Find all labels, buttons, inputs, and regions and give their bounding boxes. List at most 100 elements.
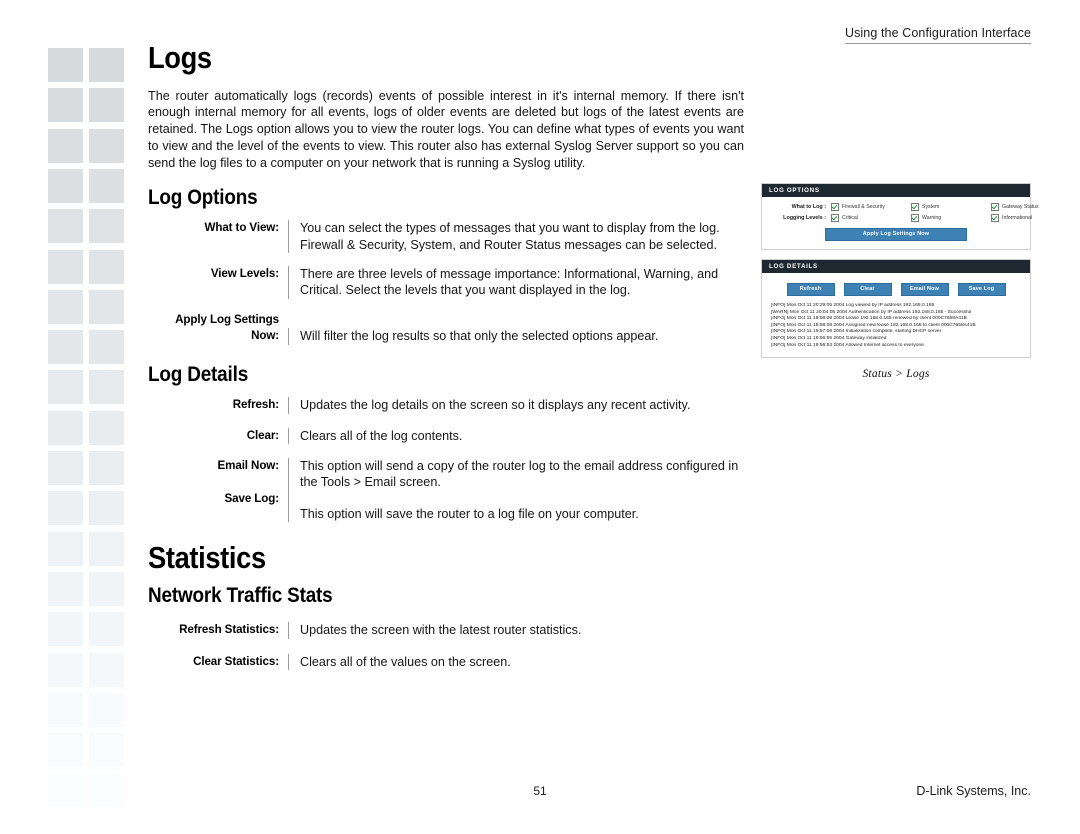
- decorative-square: [48, 289, 83, 324]
- refresh-button[interactable]: Refresh: [786, 283, 835, 296]
- definition-term: Now:: [251, 329, 279, 343]
- checkbox-system[interactable]: System: [911, 203, 991, 211]
- definition-term: Refresh:: [232, 398, 279, 412]
- definition-term: What to View:: [204, 221, 280, 235]
- definition-term: Email Now:: [217, 458, 280, 472]
- definition-term: Save Log:: [224, 491, 279, 505]
- checkbox-checked-icon[interactable]: [911, 203, 919, 211]
- decorative-square: [48, 410, 83, 445]
- decorative-square: [48, 451, 83, 485]
- checkbox-checked-icon[interactable]: [991, 214, 999, 222]
- decorative-square: [89, 531, 124, 566]
- decorative-square: [89, 491, 124, 526]
- checkbox-label: Critical: [842, 214, 858, 221]
- definition-description: There are three levels of message import…: [288, 265, 744, 299]
- checkbox-label: System: [922, 203, 940, 210]
- definition-description: This option will save the router to a lo…: [288, 490, 744, 523]
- checkbox-checked-icon[interactable]: [831, 214, 839, 222]
- log-details-definition-list: Refresh: Updates the log details on the …: [148, 397, 744, 523]
- checkbox-checked-icon[interactable]: [911, 214, 919, 222]
- definition-description: Updates the screen with the latest route…: [288, 622, 744, 639]
- definition-row: What to View: You can select the types o…: [148, 220, 744, 253]
- decorative-square: [89, 330, 124, 365]
- clear-button[interactable]: Clear: [843, 283, 892, 296]
- log-line: [INFO] Mon Oct 11 19:56:53 2004 Allowed …: [771, 342, 924, 348]
- what-to-log-row: What to Log : Firewall & Security System…: [769, 203, 1039, 211]
- decorative-square: [89, 128, 124, 163]
- checkbox-checked-icon[interactable]: [991, 203, 999, 211]
- definition-row: Refresh: Updates the log details on the …: [148, 397, 744, 414]
- apply-log-settings-now-button[interactable]: Apply Log Settings Now: [825, 228, 967, 241]
- definition-description: You can select the types of messages tha…: [288, 220, 744, 253]
- log-options-panel: LOG OPTIONS What to Log : Firewall & Sec…: [761, 183, 1039, 250]
- logging-levels-row: Logging Levels : Critical Warning Inform…: [769, 214, 1032, 222]
- decorative-square: [48, 531, 83, 566]
- checkbox-checked-icon[interactable]: [831, 203, 839, 211]
- definition-row: Apply Log Settings: [148, 312, 744, 328]
- decorative-square: [89, 209, 124, 244]
- log-line: [INFO] Mon Oct 11 19:56:55 2004 Gateway …: [771, 335, 887, 341]
- definition-row: Clear: Clears all of the log contents.: [148, 427, 744, 444]
- definition-row: Email Now: This option will send a copy …: [148, 457, 744, 491]
- checkbox-firewall-security[interactable]: Firewall & Security: [831, 203, 911, 211]
- definition-row: Save Log: This option will save the rout…: [148, 490, 744, 523]
- decorative-square: [48, 491, 83, 526]
- log-line: [INFO] Mon Oct 11 19:58:08 2004 Assigned…: [771, 322, 976, 328]
- checkbox-critical[interactable]: Critical: [831, 214, 911, 222]
- decorative-square: [89, 48, 124, 82]
- definition-row: Now: Will filter the log results so that…: [148, 328, 744, 345]
- main-content-column: Logs The router automatically logs (reco…: [148, 40, 744, 671]
- definition-term: View Levels:: [210, 266, 279, 280]
- decorative-square: [89, 692, 124, 727]
- running-head: Using the Configuration Interface: [844, 26, 1031, 44]
- decorative-square: [48, 249, 83, 284]
- definition-term: Apply Log Settings: [175, 312, 279, 326]
- decorative-square: [89, 410, 124, 445]
- definition-description: Clears all of the values on the screen.: [288, 653, 744, 671]
- decorative-square: [48, 168, 83, 203]
- definition-description-spacer: [288, 312, 744, 328]
- figure-caption: Status > Logs: [862, 367, 930, 381]
- definition-term: Refresh Statistics:: [179, 623, 279, 637]
- heading-log-details: Log Details: [148, 361, 249, 386]
- checkbox-gateway-status[interactable]: Gateway Status: [991, 203, 1071, 211]
- checkbox-informational[interactable]: Informational: [991, 214, 1071, 222]
- definition-row: Clear Statistics: Clears all of the valu…: [148, 653, 744, 671]
- decorative-square: [48, 128, 83, 163]
- log-details-panel-title: LOG DETAILS: [762, 260, 1030, 273]
- decorative-square: [89, 168, 124, 203]
- definition-term: Clear:: [246, 428, 279, 442]
- what-to-log-options: Firewall & Security System Gateway Statu…: [831, 203, 1071, 211]
- decorative-square: [48, 209, 83, 244]
- log-line: [INFO] Mon Oct 11 19:58:09 2004 Lease 19…: [771, 316, 967, 322]
- definition-description: Updates the log details on the screen so…: [288, 397, 744, 414]
- decorative-square: [89, 733, 124, 768]
- decorative-square: [48, 612, 83, 647]
- log-options-panel-body: What to Log : Firewall & Security System…: [762, 197, 1039, 249]
- decorative-square: [89, 451, 124, 485]
- logging-levels-label: Logging Levels :: [783, 214, 826, 221]
- decorative-square: [89, 249, 124, 284]
- definition-description: Clears all of the log contents.: [288, 427, 744, 444]
- page-title-logs: Logs: [148, 40, 212, 75]
- decorative-square: [48, 370, 83, 405]
- definition-term: Clear Statistics:: [193, 654, 279, 668]
- log-details-panel-body: Refresh Clear Email Now Save Log [INFO] …: [762, 273, 1030, 357]
- checkbox-label: Gateway Status: [1002, 203, 1039, 210]
- router-ui-figure: LOG OPTIONS What to Log : Firewall & Sec…: [761, 183, 1039, 381]
- log-options-definition-list: What to View: You can select the types o…: [148, 220, 744, 345]
- heading-log-options: Log Options: [148, 184, 258, 209]
- save-log-button[interactable]: Save Log: [957, 283, 1006, 296]
- decorative-square: [48, 652, 83, 687]
- log-details-panel: LOG DETAILS Refresh Clear Email Now Save…: [761, 259, 1031, 359]
- decorative-square: [89, 88, 124, 123]
- definition-row: View Levels: There are three levels of m…: [148, 265, 744, 299]
- decorative-square: [89, 370, 124, 405]
- heading-statistics: Statistics: [148, 540, 266, 576]
- checkbox-label: Firewall & Security: [842, 203, 885, 210]
- decorative-square: [48, 330, 83, 365]
- decorative-square: [48, 88, 83, 123]
- email-now-button[interactable]: Email Now: [900, 283, 949, 296]
- checkbox-warning[interactable]: Warning: [911, 214, 991, 222]
- decorative-square: [89, 289, 124, 324]
